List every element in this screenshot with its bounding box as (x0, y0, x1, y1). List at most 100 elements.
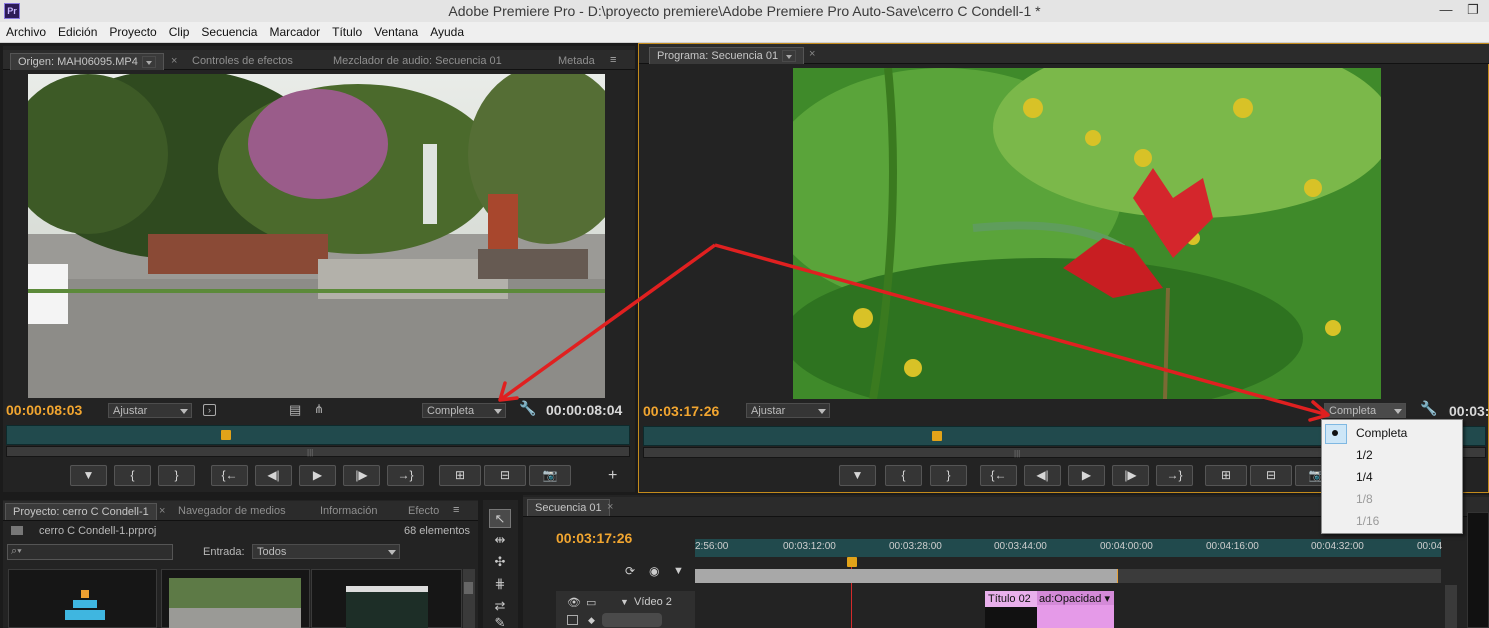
menu-ventana[interactable]: Ventana (368, 22, 424, 39)
go-to-out-button[interactable]: →} (387, 465, 424, 486)
play-button[interactable]: ▶ (1068, 465, 1105, 486)
menu-edicion[interactable]: Edición (52, 22, 103, 39)
add-marker-icon[interactable]: ▼ (673, 565, 684, 577)
chevron-down-icon[interactable] (141, 56, 156, 69)
link-icon[interactable]: ◉ (649, 564, 659, 578)
project-search-field[interactable]: ⌕▾ (7, 544, 173, 560)
export-frame-button[interactable]: 📷 (529, 465, 571, 486)
wrench-icon[interactable]: 🔧 (519, 400, 536, 417)
timeline-clip-titulo-02[interactable]: Título 02 ad:Opacidad ▾ (985, 591, 1114, 628)
track-slider[interactable] (602, 613, 662, 627)
project-search-input[interactable] (36, 546, 166, 558)
extract-button[interactable]: ⊟ (1250, 465, 1292, 486)
source-time-ruler[interactable] (6, 425, 630, 445)
plus-icon[interactable]: + (608, 467, 617, 485)
close-icon[interactable]: × (159, 505, 165, 517)
safe-margins-icon[interactable]: › (203, 404, 216, 416)
work-area-bar[interactable] (695, 569, 1118, 583)
razor-tool-icon[interactable]: ✎ (489, 614, 511, 628)
tab-program[interactable]: Programa: Secuencia 01 (649, 47, 805, 64)
step-back-button[interactable]: ◀| (255, 465, 292, 486)
menu-item-completa[interactable]: Completa (1322, 422, 1462, 444)
chevron-down-icon[interactable]: ▼ (620, 597, 629, 607)
menu-archivo[interactable]: Archivo (0, 22, 52, 39)
menu-proyecto[interactable]: Proyecto (103, 22, 162, 39)
add-marker-button[interactable]: ▼ (70, 465, 107, 486)
tab-effects[interactable]: Efecto (401, 503, 446, 520)
add-marker-button[interactable]: ▼ (839, 465, 876, 486)
film-icon[interactable]: ▤ (289, 402, 301, 418)
camera-icon[interactable]: ▭ (586, 596, 596, 609)
go-to-out-button[interactable]: →} (1156, 465, 1193, 486)
program-transport-controls: ▼ { } {← ◀| ▶ |▶ →} ⊞ ⊟ 📷 (839, 465, 1339, 487)
program-playhead[interactable] (931, 431, 942, 441)
clip-effect-dropdown[interactable]: ad:Opacidad ▾ (1037, 591, 1114, 605)
restore-icon[interactable]: ❐ (1464, 2, 1482, 18)
mark-in-button[interactable]: { (885, 465, 922, 486)
project-thumb-sequence[interactable] (8, 569, 157, 628)
tab-media-browser[interactable]: Navegador de medios (171, 503, 293, 520)
source-resolution-dropdown[interactable]: Completa (422, 403, 506, 418)
timeline-scrollbar[interactable] (1445, 585, 1457, 628)
tab-metadata[interactable]: Metada (551, 53, 602, 70)
menu-ayuda[interactable]: Ayuda (424, 22, 470, 39)
program-resolution-dropdown[interactable]: Completa (1324, 403, 1406, 418)
play-button[interactable]: ▶ (299, 465, 336, 486)
go-to-in-button[interactable]: {← (980, 465, 1017, 486)
timeline-timecode[interactable]: 00:03:17:26 (556, 530, 632, 546)
close-icon[interactable]: × (809, 48, 815, 60)
project-thumb-audio[interactable] (311, 569, 462, 628)
tab-sequence[interactable]: Secuencia 01 (527, 499, 610, 516)
lift-button[interactable]: ⊞ (1205, 465, 1247, 486)
entry-dropdown[interactable]: Todos (252, 544, 400, 559)
audio-waveform-icon[interactable]: ⋔ (314, 402, 324, 416)
selection-tool-icon[interactable]: ↖ (489, 509, 511, 528)
minimize-icon[interactable]: — (1437, 2, 1455, 18)
step-forward-button[interactable]: |▶ (1112, 465, 1149, 486)
tab-effect-controls[interactable]: Controles de efectos (185, 53, 300, 70)
chevron-down-icon[interactable] (782, 50, 797, 63)
ruler-tick: 2:56:00 (695, 541, 729, 552)
close-icon[interactable]: × (171, 55, 177, 67)
menu-clip[interactable]: Clip (163, 22, 196, 39)
tab-source[interactable]: Origen: MAH06095.MP4 (10, 53, 164, 70)
overwrite-button[interactable]: ⊟ (484, 465, 526, 486)
step-back-button[interactable]: ◀| (1024, 465, 1061, 486)
program-fit-dropdown[interactable]: Ajustar (746, 403, 830, 418)
insert-button[interactable]: ⊞ (439, 465, 481, 486)
go-to-in-button[interactable]: {← (211, 465, 248, 486)
mark-out-button[interactable]: } (930, 465, 967, 486)
menu-titulo[interactable]: Título (326, 22, 368, 39)
timeline-time-ruler[interactable]: 2:56:00 00:03:12:00 00:03:28:00 00:03:44… (695, 539, 1442, 557)
panel-menu-icon[interactable]: ≡ (453, 504, 459, 516)
snap-icon[interactable]: ⟳ (625, 564, 635, 578)
close-icon[interactable]: × (607, 501, 613, 513)
track-select-tool-icon[interactable]: ⇹ (489, 531, 511, 550)
project-thumb-video[interactable] (161, 569, 310, 628)
mark-out-button[interactable]: } (158, 465, 195, 486)
source-zoom-scrollbar[interactable]: ||| (6, 446, 630, 457)
source-playhead[interactable] (221, 430, 232, 440)
rolling-edit-tool-icon[interactable]: ⋕ (489, 575, 511, 594)
project-scrollbar[interactable] (463, 569, 475, 628)
timeline-playhead[interactable] (847, 557, 857, 567)
step-forward-button[interactable]: |▶ (343, 465, 380, 486)
menu-item-half[interactable]: 1/2 (1322, 444, 1462, 466)
menu-secuencia[interactable]: Secuencia (195, 22, 263, 39)
source-fit-dropdown[interactable]: Ajustar (108, 403, 192, 418)
wrench-icon[interactable]: 🔧 (1420, 400, 1437, 417)
program-timecode[interactable]: 00:03:17:26 (643, 403, 719, 419)
keyframe-icon[interactable]: ◆ (588, 615, 595, 626)
menu-marcador[interactable]: Marcador (263, 22, 326, 39)
ripple-edit-tool-icon[interactable]: ✣ (489, 553, 511, 572)
menu-item-quarter[interactable]: 1/4 (1322, 466, 1462, 488)
source-timecode-in[interactable]: 00:00:08:03 (6, 402, 82, 418)
mark-in-button[interactable]: { (114, 465, 151, 486)
tab-project[interactable]: Proyecto: cerro C Condell-1 (5, 503, 157, 520)
lock-icon[interactable] (567, 615, 578, 625)
tab-info[interactable]: Información (313, 503, 384, 520)
eye-icon[interactable]: 👁 (567, 596, 581, 609)
program-video-frame (793, 68, 1381, 399)
panel-menu-icon[interactable]: ≡ (610, 54, 616, 66)
tab-audio-mixer[interactable]: Mezclador de audio: Secuencia 01 (326, 53, 509, 70)
